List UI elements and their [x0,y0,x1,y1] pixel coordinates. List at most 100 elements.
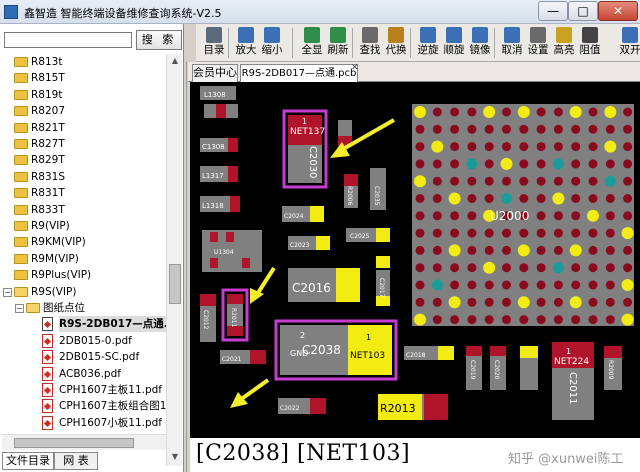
component-c2011[interactable]: 1 NET224 C2011 [552,342,594,420]
pcb-canvas[interactable]: U2000 L1308 C1308 L1317 L1318 1 NET137 C… [190,82,640,438]
tree-item[interactable]: R827T [2,136,166,152]
component-u1304[interactable]: U1304 [202,230,262,272]
bga-ball[interactable] [415,245,425,255]
bga-ball[interactable] [415,194,425,203]
bga-ball[interactable] [553,124,563,134]
bga-ball[interactable] [519,194,529,203]
bga-ball[interactable] [553,176,563,186]
bga-ball[interactable] [467,124,477,134]
tree-item[interactable]: R831T [2,185,166,201]
bga-ball[interactable] [605,315,615,325]
bga-ball[interactable] [588,176,598,186]
bga-ball[interactable] [588,245,598,255]
toolbar-button-dual-open[interactable]: 双开 [616,26,640,60]
close-tab-icon[interactable]: ✕ [351,63,359,73]
bga-ball[interactable] [536,315,546,325]
bga-ball[interactable] [571,176,581,186]
component-c2022[interactable]: C2022 [278,398,326,414]
bga-ball[interactable] [484,159,494,169]
bga-ball[interactable] [483,106,496,118]
component-r-top-left[interactable] [204,104,238,118]
bga-ball[interactable] [519,176,529,186]
component-c2021[interactable]: C2021 [220,350,266,364]
component-r-right-a[interactable] [338,120,352,146]
component-c2025[interactable]: C2025 [346,228,390,242]
close-button[interactable]: ✕ [598,1,638,21]
bga-ball[interactable] [571,142,581,152]
bga-ball[interactable] [553,280,563,290]
component-c2017[interactable]: C2017 [376,256,390,306]
bga-ball[interactable] [605,124,615,134]
bga-ball[interactable] [467,245,477,255]
bga-ball[interactable] [536,159,546,169]
bga-ball[interactable] [623,159,633,169]
bga-ball[interactable] [502,107,511,117]
bga-ball[interactable] [605,263,615,273]
bga-ball[interactable] [501,193,512,204]
component-l1318[interactable]: L1318 [200,196,240,212]
bga-ball[interactable] [415,263,425,273]
bga-ball[interactable] [432,245,442,255]
bga-ball[interactable] [605,211,615,221]
bga-ball[interactable] [466,158,478,170]
bga-ball[interactable] [519,142,529,152]
collapse-icon[interactable]: − [15,304,24,313]
bga-ball[interactable] [502,280,511,290]
toolbar-button-zoom-out[interactable]: 缩小 [258,26,286,60]
bga-ball[interactable] [484,297,494,307]
bga-ball[interactable] [588,142,598,152]
bga-ball[interactable] [623,297,633,307]
tree-item[interactable]: CPH1607主板组合图1 [2,398,166,414]
bga-ball[interactable] [553,107,563,117]
bga-ball[interactable] [450,263,460,273]
component-r-small-mid[interactable] [520,346,538,390]
bga-ball[interactable] [502,142,511,152]
bga-ball[interactable] [483,261,496,274]
tab-pcb-file[interactable]: R9S-2DB017—点通.pcb [240,64,358,82]
scroll-up-icon[interactable]: ▲ [170,56,180,66]
bga-ball[interactable] [536,176,546,186]
bga-ball[interactable] [571,315,581,325]
bga-ball[interactable] [415,228,425,238]
bga-ball[interactable] [569,296,582,309]
bga-ball[interactable] [484,142,494,152]
bga-ball[interactable] [450,124,460,134]
bga-ball[interactable] [467,228,477,238]
bga-ball[interactable] [450,176,460,186]
bga-ball[interactable] [519,263,529,273]
bga-ball[interactable] [502,124,511,134]
bga-ball[interactable] [432,124,442,134]
bga-ball[interactable] [569,244,582,257]
bga-ball[interactable] [621,279,634,291]
bga-ball[interactable] [432,297,442,307]
bga-ball[interactable] [621,227,634,240]
bga-ball[interactable] [415,124,425,134]
toolbar-button-directory[interactable]: 目录 [200,26,228,60]
bga-ball[interactable] [517,296,530,309]
bga-ball[interactable] [467,142,477,152]
tree-horizontal-scrollbar[interactable] [2,434,166,450]
bga-ball[interactable] [519,159,529,169]
bga-ball[interactable] [502,315,511,325]
bga-ball[interactable] [484,176,494,186]
bga-ball[interactable] [500,157,513,170]
bga-ball[interactable] [588,315,598,325]
bga-ball[interactable] [467,107,477,117]
bga-ball[interactable] [432,315,442,325]
component-r2013[interactable]: R2013 [378,394,448,420]
tree-item[interactable]: R9M(VIP) [2,251,166,267]
tree-item[interactable]: R9S-2DB017—点通.p [2,316,166,333]
bga-ball[interactable] [519,124,529,134]
bga-ball[interactable] [605,194,615,203]
component-r2009[interactable]: R2009 [604,346,622,390]
component-c2030[interactable]: 1 NET137 C2030 [282,109,328,189]
bga-ball[interactable] [467,315,477,325]
component-c2035[interactable]: C2035 [370,168,386,210]
component-c2023[interactable]: C2023 [288,236,330,250]
bga-ball[interactable] [571,280,581,290]
bga-ball[interactable] [432,159,442,169]
tree-item[interactable]: R9Plus(VIP) [2,267,166,283]
toolbar-button-resistance[interactable]: 阻值 [576,26,604,60]
bga-ball[interactable] [604,175,616,187]
bga-ball[interactable] [588,159,598,169]
